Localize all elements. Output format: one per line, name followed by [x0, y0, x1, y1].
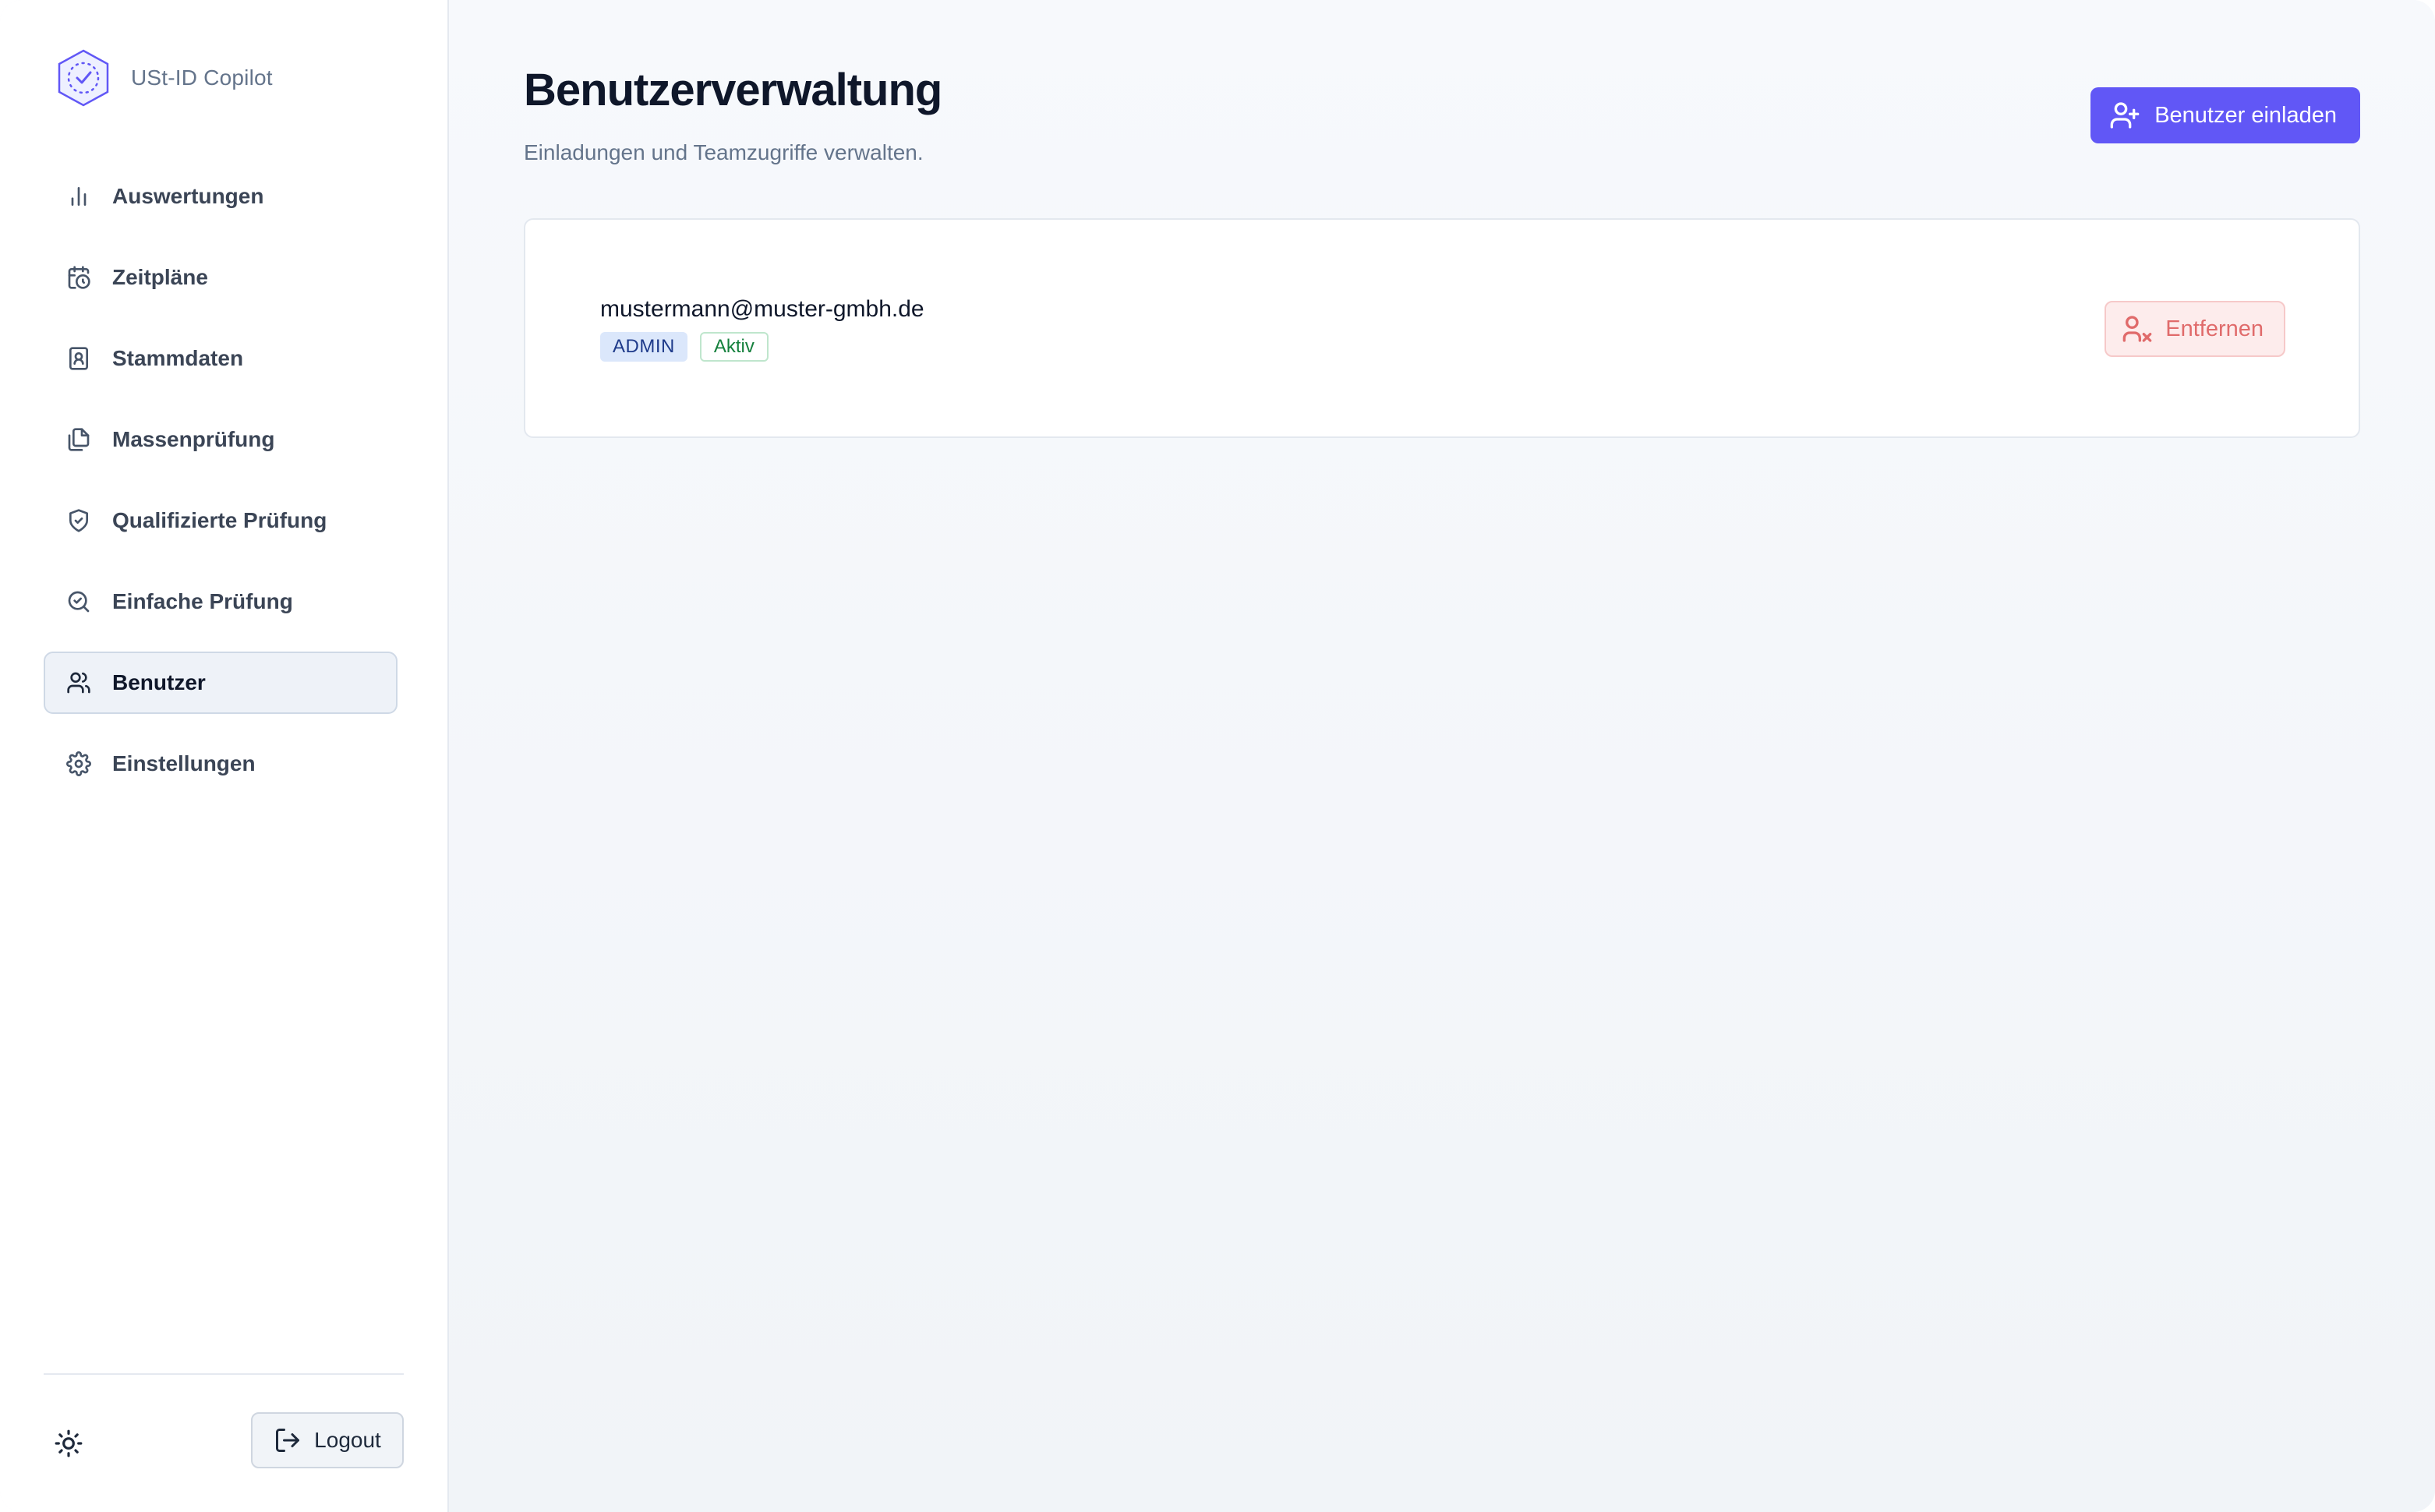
app-name: USt-ID Copilot	[131, 65, 273, 90]
sidebar-item-qualifizierte-pruefung[interactable]: Qualifizierte Prüfung	[44, 489, 398, 552]
files-icon	[65, 426, 92, 453]
logout-label: Logout	[314, 1428, 381, 1452]
user-badges: ADMIN Aktiv	[600, 332, 769, 362]
page-title: Benutzerverwaltung	[524, 65, 942, 115]
role-badge: ADMIN	[600, 332, 687, 362]
sidebar: USt-ID Copilot Auswertungen Zeitpläne St…	[0, 0, 449, 1512]
user-card: mustermann@muster-gmbh.de ADMIN Aktiv En…	[524, 218, 2360, 438]
sidebar-item-label: Massenprüfung	[112, 427, 275, 451]
sidebar-item-label: Benutzer	[112, 670, 206, 694]
remove-user-label: Entfernen	[2165, 316, 2264, 341]
user-plus-icon	[2110, 102, 2140, 129]
invite-user-button[interactable]: Benutzer einladen	[2090, 87, 2360, 143]
app-window: USt-ID Copilot Auswertungen Zeitpläne St…	[0, 0, 2435, 1512]
status-badge: Aktiv	[699, 332, 769, 362]
logout-button[interactable]: Logout	[251, 1412, 404, 1468]
user-x-icon	[2122, 316, 2152, 342]
sidebar-item-zeitplaene[interactable]: Zeitpläne	[44, 246, 398, 309]
calendar-clock-icon	[65, 264, 92, 291]
sidebar-item-stammdaten[interactable]: Stammdaten	[44, 327, 398, 390]
invite-user-label: Benutzer einladen	[2154, 102, 2337, 128]
sidebar-item-label: Einfache Prüfung	[112, 589, 293, 613]
brand[interactable]: USt-ID Copilot	[56, 48, 273, 108]
sidebar-item-label: Zeitpläne	[112, 265, 208, 289]
sidebar-item-auswertungen[interactable]: Auswertungen	[44, 165, 398, 228]
remove-user-button[interactable]: Entfernen	[2105, 301, 2285, 357]
page-subtitle: Einladungen und Teamzugriffe verwalten.	[524, 140, 924, 164]
sidebar-item-label: Qualifizierte Prüfung	[112, 508, 327, 532]
sidebar-item-einstellungen[interactable]: Einstellungen	[44, 733, 398, 795]
sidebar-divider	[44, 1373, 404, 1375]
shield-check-icon	[65, 507, 92, 534]
sidebar-item-einfache-pruefung[interactable]: Einfache Prüfung	[44, 571, 398, 633]
app-logo-icon	[58, 49, 109, 107]
user-email: mustermann@muster-gmbh.de	[600, 296, 924, 322]
sidebar-item-label: Stammdaten	[112, 346, 244, 370]
sidebar-nav: Auswertungen Zeitpläne Stammdaten Massen…	[44, 165, 398, 814]
contact-book-icon	[65, 345, 92, 372]
gear-icon	[65, 751, 92, 777]
sidebar-item-benutzer[interactable]: Benutzer	[44, 652, 398, 714]
sidebar-item-massenpruefung[interactable]: Massenprüfung	[44, 408, 398, 471]
bar-chart-icon	[65, 183, 92, 210]
sun-icon	[55, 1429, 83, 1457]
theme-toggle-button[interactable]	[51, 1426, 86, 1461]
users-icon	[65, 669, 92, 696]
main-content: Benutzerverwaltung Einladungen und Teamz…	[449, 0, 2435, 1512]
logout-icon	[276, 1429, 300, 1452]
search-check-icon	[65, 588, 92, 615]
sidebar-item-label: Einstellungen	[112, 751, 256, 775]
sidebar-item-label: Auswertungen	[112, 184, 264, 208]
